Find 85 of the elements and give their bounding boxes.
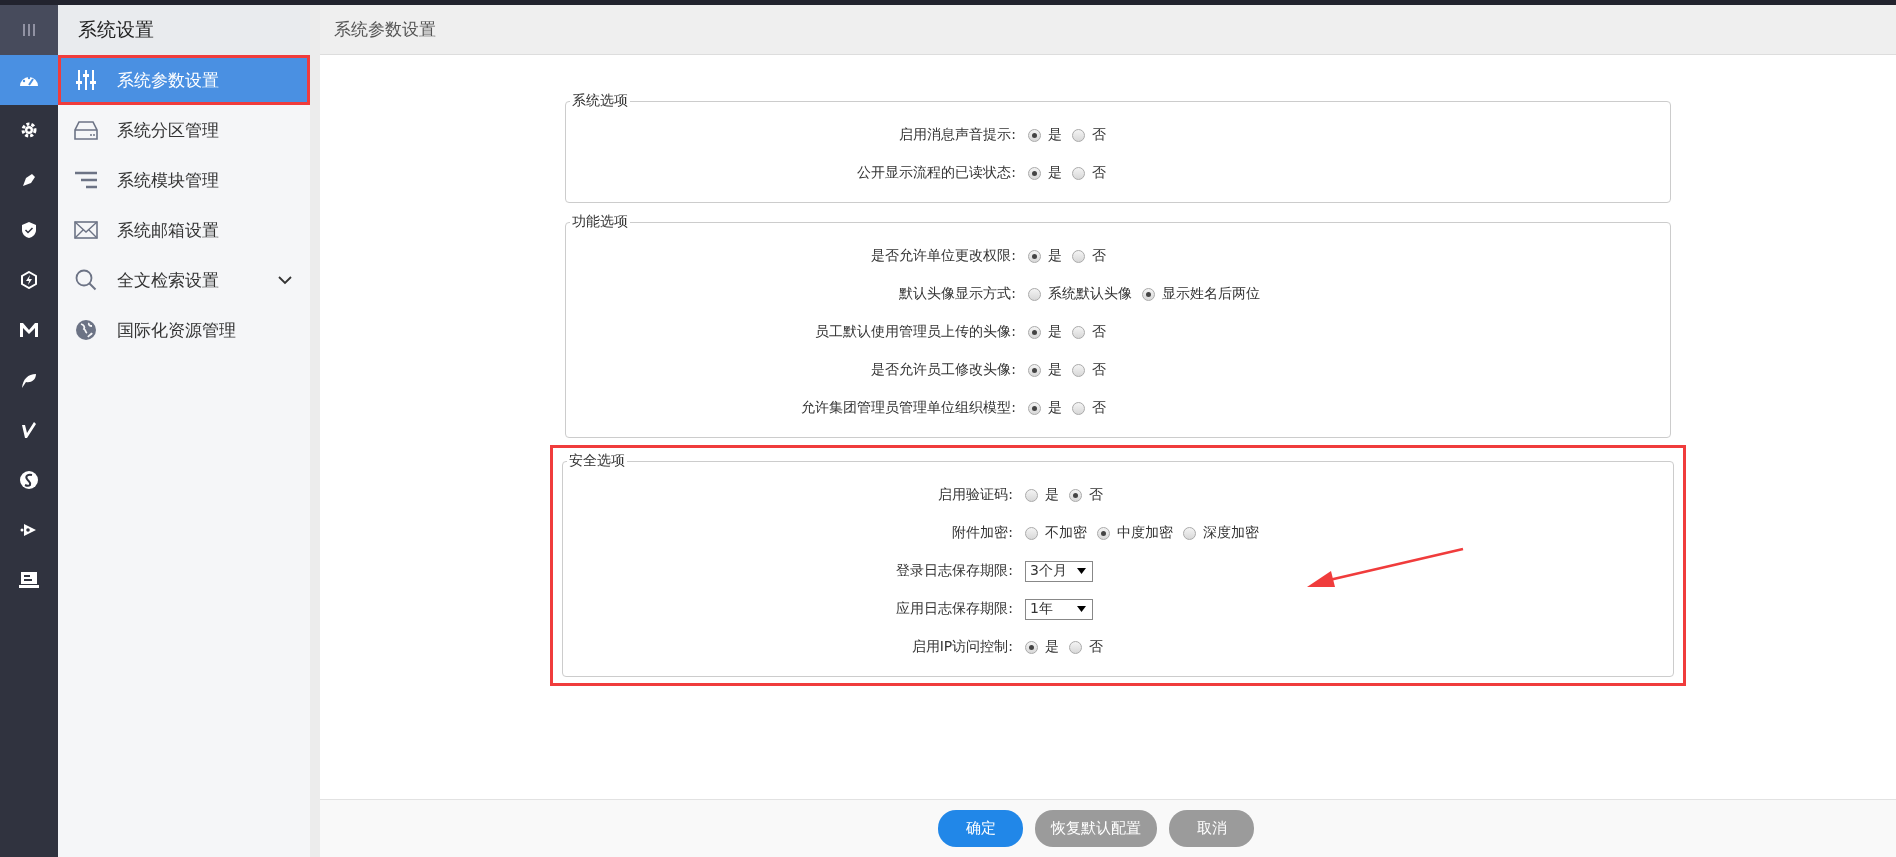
shield-icon xyxy=(21,221,37,239)
radio-label: 是 xyxy=(1048,399,1062,417)
radio-label: 不加密 xyxy=(1045,524,1087,542)
field-label: 允许集团管理员管理单位组织模型: xyxy=(800,399,1016,417)
dropdown[interactable]: 1年 xyxy=(1025,598,1093,620)
sidebar-item[interactable]: 系统邮箱设置 xyxy=(58,205,310,255)
group-legend: 系统选项 xyxy=(570,92,630,110)
radio-label: 深度加密 xyxy=(1203,524,1259,542)
mail-icon xyxy=(74,221,98,239)
list-lines-icon xyxy=(74,171,98,189)
monitor-icon xyxy=(19,571,39,589)
field-label: 附件加密: xyxy=(951,524,1013,542)
radio-button[interactable] xyxy=(1028,363,1041,377)
radio-label: 中度加密 xyxy=(1117,524,1173,542)
drive-icon xyxy=(74,120,98,140)
radio-button[interactable] xyxy=(1025,488,1038,502)
sliders-icon xyxy=(75,69,97,91)
s-logo-icon xyxy=(19,470,39,490)
radio-button[interactable] xyxy=(1025,640,1038,654)
field-label: 应用日志保存期限: xyxy=(895,600,1013,618)
field-label: 启用消息声音提示: xyxy=(898,126,1016,144)
radio-label: 是 xyxy=(1045,486,1059,504)
radio-button[interactable] xyxy=(1025,526,1038,540)
radio-label: 是 xyxy=(1048,164,1062,182)
radio-button[interactable] xyxy=(1028,401,1041,415)
field-label: 启用IP访问控制: xyxy=(910,638,1013,656)
sidebar-item[interactable]: 系统模块管理 xyxy=(58,155,310,205)
radio-label: 否 xyxy=(1092,126,1106,144)
field-label: 员工默认使用管理员上传的头像: xyxy=(814,323,1016,341)
caret-icon xyxy=(1077,606,1086,612)
field-label: 登录日志保存期限: xyxy=(895,562,1013,580)
radio-button[interactable] xyxy=(1028,249,1041,263)
radio-button[interactable] xyxy=(1072,325,1085,339)
group-legend: 安全选项 xyxy=(567,452,627,470)
m-logo-icon xyxy=(19,322,39,338)
sidebar-title: 系统设置 xyxy=(78,17,154,42)
radio-button[interactable] xyxy=(1028,325,1041,339)
leaf-icon xyxy=(20,371,38,389)
field-label: 是否允许员工修改头像: xyxy=(870,361,1016,379)
radio-label: 是 xyxy=(1048,323,1062,341)
radio-label: 否 xyxy=(1092,323,1106,341)
radio-label: 是 xyxy=(1048,247,1062,265)
radio-button[interactable] xyxy=(1028,166,1041,180)
menu-icon[interactable] xyxy=(22,23,36,37)
field-label: 是否允许单位更改权限: xyxy=(870,247,1016,265)
radio-button[interactable] xyxy=(1072,401,1085,415)
radio-button[interactable] xyxy=(1072,166,1085,180)
sidebar-item[interactable]: 全文检索设置 xyxy=(58,255,310,305)
gear-icon xyxy=(20,121,38,139)
radio-button[interactable] xyxy=(1069,640,1082,654)
search-icon xyxy=(75,269,97,291)
radio-button[interactable] xyxy=(1183,526,1196,540)
radio-button[interactable] xyxy=(1097,526,1110,540)
radio-button[interactable] xyxy=(1028,128,1041,142)
radio-button[interactable] xyxy=(1142,287,1155,301)
radio-label: 否 xyxy=(1089,486,1103,504)
radio-button[interactable] xyxy=(1072,128,1085,142)
radio-label: 否 xyxy=(1092,361,1106,379)
radio-label: 否 xyxy=(1092,164,1106,182)
radio-label: 否 xyxy=(1092,399,1106,417)
radio-label: 系统默认头像 xyxy=(1048,285,1132,303)
hexagon-bolt-icon xyxy=(20,271,38,289)
radio-label: 是 xyxy=(1048,361,1062,379)
radio-button[interactable] xyxy=(1069,488,1082,502)
caret-icon xyxy=(1077,568,1086,574)
radio-label: 否 xyxy=(1089,638,1103,656)
chevron-icon xyxy=(278,275,292,285)
page-title: 系统参数设置 xyxy=(334,18,436,41)
globe-icon xyxy=(75,319,97,341)
field-label: 公开显示流程的已读状态: xyxy=(856,164,1016,182)
radio-label: 是 xyxy=(1048,126,1062,144)
radio-label: 否 xyxy=(1092,247,1106,265)
field-label: 启用验证码: xyxy=(937,486,1013,504)
field-label: 默认头像显示方式: xyxy=(898,285,1016,303)
v-logo-icon xyxy=(21,421,37,439)
radio-button[interactable] xyxy=(1028,287,1041,301)
radio-label: 是 xyxy=(1045,638,1059,656)
sidebar-item[interactable]: 系统分区管理 xyxy=(58,105,310,155)
dropdown[interactable]: 3个月 xyxy=(1025,560,1093,582)
radio-button[interactable] xyxy=(1072,249,1085,263)
sidebar-item[interactable]: 国际化资源管理 xyxy=(58,305,310,355)
radio-label: 显示姓名后两位 xyxy=(1162,285,1260,303)
group-legend: 功能选项 xyxy=(570,213,630,231)
confirm-button[interactable]: 确定 xyxy=(938,810,1023,847)
radio-button[interactable] xyxy=(1072,363,1085,377)
